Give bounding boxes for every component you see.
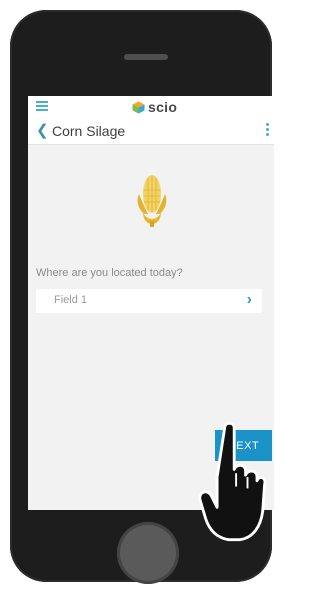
phone-speaker [124,54,168,60]
chevron-left-icon[interactable]: ❮ [36,123,49,139]
home-button[interactable] [117,522,179,584]
title-bar: ❮ Corn Silage [28,118,274,145]
location-selector[interactable]: Field 1 › [36,289,262,313]
brand-bar: scio [28,96,274,118]
more-vertical-icon[interactable] [266,123,270,138]
location-value: Field 1 [54,294,88,306]
logo-text: scio [148,99,178,115]
chevron-right-icon: › [246,291,252,308]
page-title: Corn Silage [52,123,126,139]
app-logo: scio [132,99,177,115]
hand-pointer-icon [198,421,267,542]
menu-icon[interactable] [36,101,48,112]
logo-cube-icon [132,101,145,113]
corn-icon [137,175,167,227]
location-question: Where are you located today? [36,267,183,279]
